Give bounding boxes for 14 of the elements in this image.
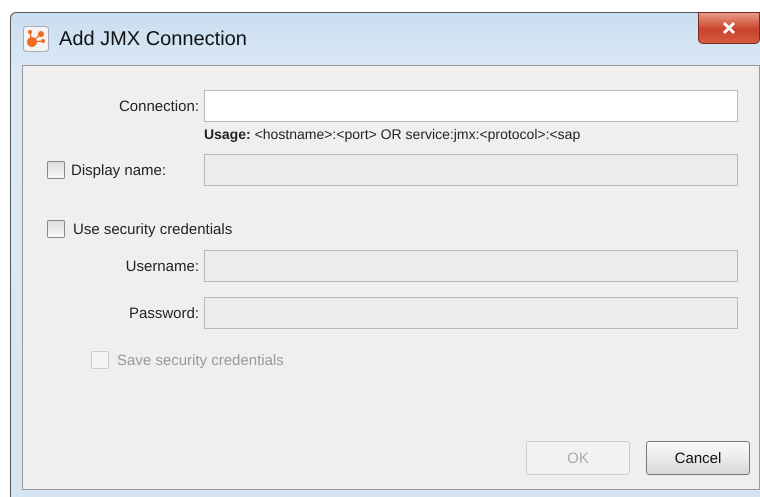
connection-field[interactable] — [204, 90, 738, 122]
checkbox-label: Save security credentials — [117, 352, 284, 368]
checkbox-label: Use security credentials — [73, 220, 232, 238]
window-title: Add JMX Connection — [59, 28, 247, 50]
close-icon — [722, 21, 736, 35]
cancel-button[interactable]: Cancel — [646, 441, 750, 475]
app-icon — [23, 26, 49, 52]
usage-hint: Usage: <hostname>:<port> OR service:jmx:<protocol>:<sap — [204, 125, 582, 144]
field-label: Username: — [126, 258, 199, 274]
close-button[interactable] — [698, 12, 760, 44]
checkbox[interactable] — [47, 220, 65, 238]
checkbox-label: Display name: — [71, 162, 166, 178]
field-label: Connection: — [118, 98, 199, 114]
field-label: Password: — [128, 304, 199, 322]
